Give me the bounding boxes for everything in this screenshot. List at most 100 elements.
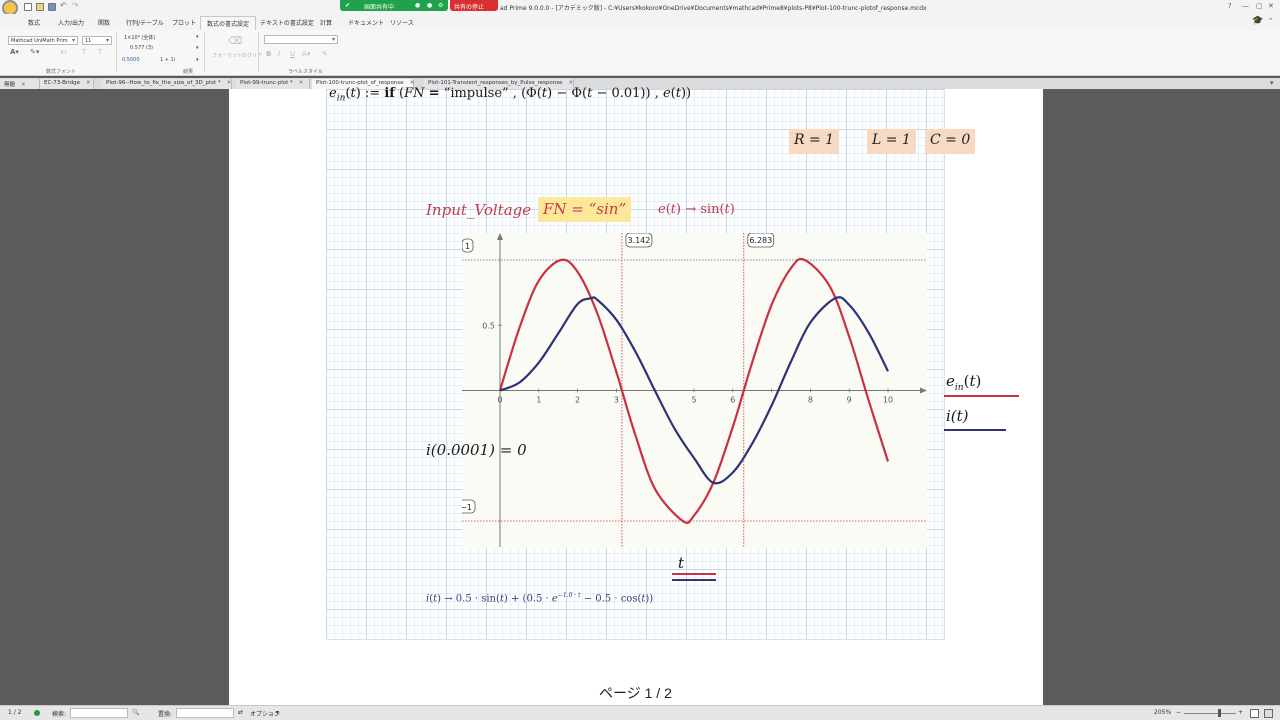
dropdown-arrow-icon[interactable]: ▾ [196,34,199,40]
complex-format[interactable]: 1 + 1i [160,57,175,63]
param-r[interactable]: R = 1 [789,129,840,154]
settings-icon[interactable]: ⚙ [438,2,443,9]
label-style-select[interactable] [264,35,338,44]
tab-matrices-tables[interactable]: 行列/テーブル [126,18,164,27]
subscript-button[interactable]: x₂ [60,48,67,56]
x-axis-blue-line [672,579,716,581]
replace-icon[interactable]: ⇄ [238,709,243,716]
options-dropdown-icon[interactable]: ▾ [276,709,279,716]
result-format-general[interactable]: 1×10⁹ (全体) [124,34,155,41]
search-icon[interactable]: 🔍 [132,709,139,716]
search-input[interactable] [70,708,128,718]
fn-definition[interactable]: FN = “sin” [538,197,632,222]
e-in-definition[interactable]: ein(t) := if (FN = “impulse” , (Φ(t) − Φ… [329,86,691,104]
format-clear-button[interactable]: フォーマットのクリア [212,52,262,59]
stop-share-button[interactable]: 共有の停止 [450,0,498,11]
result-format-decimal[interactable]: 0.577 (3) [130,45,153,51]
undo-icon[interactable]: ↶ [60,1,67,10]
share-active-label: 画面共有中 [364,4,395,11]
group-label-math-font: 数式フォント [46,69,77,75]
doc-tab-untitled[interactable]: 無題 ✕ [0,79,40,89]
font-color-button[interactable]: A▾ [10,48,19,56]
x-axis-label[interactable]: t [678,554,684,572]
legend-e-in-sub: in [954,383,964,393]
e-symbolic-result[interactable]: e(t) → sin(t) [658,202,735,217]
worksheet-page[interactable]: ein(t) := if (FN = “impulse” , (Φ(t) − Φ… [229,86,1043,705]
doc-tab-plot-96[interactable]: Plot-96--How_to_fix_the_size_of_3D_plot … [102,79,232,89]
replace-label: 置換: [158,711,173,718]
param-l[interactable]: L = 1 [867,129,916,154]
close-tab-icon[interactable]: ✕ [86,80,91,86]
tab-plots[interactable]: プロット [172,18,196,27]
y-min-label: −1 [462,503,472,512]
label-color-button[interactable]: A▾ [302,50,310,58]
plot-svg[interactable]: 3.142 6.283 1 −1 0 1 2 3 5 6 8 9 10 0.5 [462,233,927,548]
ribbon-separator [116,32,117,72]
legend-e-in[interactable]: ein(t) [946,372,981,393]
i-symbolic-result[interactable]: i(t) → 0.5 · sin(t) + (0.5 · e−1.0 · t −… [426,592,653,604]
close-icon[interactable]: ✕ [1268,2,1274,10]
format-clear-icon[interactable]: ⌫ [228,36,242,47]
ribbon-collapse-icon[interactable]: ⌃ [1268,17,1274,25]
calc-status-icon [34,710,40,716]
redo-icon[interactable]: ↷ [72,1,79,10]
font-name-select[interactable]: Mathcad UniMath Prim [8,36,78,45]
bold-button[interactable]: B [266,50,271,58]
page-view-icon[interactable] [1250,709,1259,718]
dropdown-arrow-icon[interactable]: ▾ [196,57,199,63]
minimize-icon[interactable]: — [1242,2,1249,10]
x-tick-label: 6 [730,396,735,405]
maximize-icon[interactable]: ▢ [1256,2,1263,10]
result-format-precision[interactable]: 0.5000 [122,57,140,63]
draft-view-icon[interactable] [1264,709,1273,718]
close-tab-icon[interactable]: ✕ [227,80,232,86]
tab-input-output[interactable]: 入力/出力 [58,18,84,27]
zoom-slider-handle[interactable] [1218,709,1221,717]
highlight-color-button[interactable]: ✎▾ [30,48,39,56]
legend-i-line [944,429,1006,431]
input-voltage-label[interactable]: Input_Voltage [426,201,531,219]
param-c[interactable]: C = 0 [925,129,976,154]
tab-text-formatting[interactable]: テキストの書式設定 [260,18,314,27]
superscript-button[interactable]: T [82,48,86,56]
zoom-level[interactable]: 205% [1154,709,1171,716]
tab-math-formatting[interactable]: 数式の書式設定 [200,16,257,30]
tab-resources[interactable]: リソース [390,18,414,27]
close-tab-icon[interactable]: ✕ [299,80,304,86]
italic-button[interactable]: I [278,50,280,58]
save-icon[interactable] [48,3,56,11]
font-size-select[interactable]: 11 [82,36,112,45]
ribbon-tab-bar: 数式 入力/出力 関数 行列/テーブル プロット 数式の書式設定 テキストの書式… [0,14,1280,30]
camera-icon[interactable]: ● [427,2,432,9]
xy-plot[interactable]: 3.142 6.283 1 −1 0 1 2 3 5 6 8 9 10 0.5 [462,233,927,548]
x-axis-arrow [920,387,927,394]
close-tab-icon[interactable]: ✕ [21,82,26,88]
new-document-icon[interactable] [24,3,32,11]
doc-tab-label: Plot-96--How_to_fix_the_size_of_3D_plot … [106,80,221,86]
underline-button[interactable]: U [290,50,295,58]
i-evaluation[interactable]: i(0.0001) = 0 [426,441,527,459]
text-button[interactable]: T [98,48,102,56]
replace-input[interactable] [176,708,234,718]
doc-tab-bridge[interactable]: EC-73-Bridge ✕ [40,79,94,89]
zoom-in-icon[interactable]: + [1238,709,1243,716]
help-icon[interactable]: ? [1228,2,1232,10]
worksheet-workspace[interactable]: ein(t) := if (FN = “impulse” , (Φ(t) − Φ… [0,86,1280,705]
page-indicator: 1 / 2 [8,709,22,716]
open-folder-icon[interactable] [36,3,44,11]
zoom-slider[interactable] [1184,713,1236,714]
worksheet-grid[interactable]: ein(t) := if (FN = “impulse” , (Φ(t) − Φ… [326,86,1019,640]
label-highlight-button[interactable]: ✎ [322,50,328,58]
zoom-out-icon[interactable]: − [1176,709,1181,716]
microphone-icon[interactable]: ● [415,2,420,9]
ribbon-panel: Mathcad UniMath Prim 11 A▾ ✎▾ x₂ T T 数式フ… [0,30,1280,76]
tab-functions[interactable]: 関数 [98,18,110,27]
tab-document[interactable]: ドキュメント [348,18,384,27]
doc-tab-plot-99[interactable]: Plot-99-trunc-plot * ✕ [236,79,310,89]
dropdown-arrow-icon[interactable]: ▾ [196,45,199,51]
tab-math[interactable]: 数式 [28,18,40,27]
tab-calculation[interactable]: 計算 [320,18,332,27]
legend-i[interactable]: i(t) [946,407,969,425]
tab-list-icon[interactable]: ▾ [1270,79,1274,87]
learning-icon[interactable]: 🎓 [1252,16,1263,26]
